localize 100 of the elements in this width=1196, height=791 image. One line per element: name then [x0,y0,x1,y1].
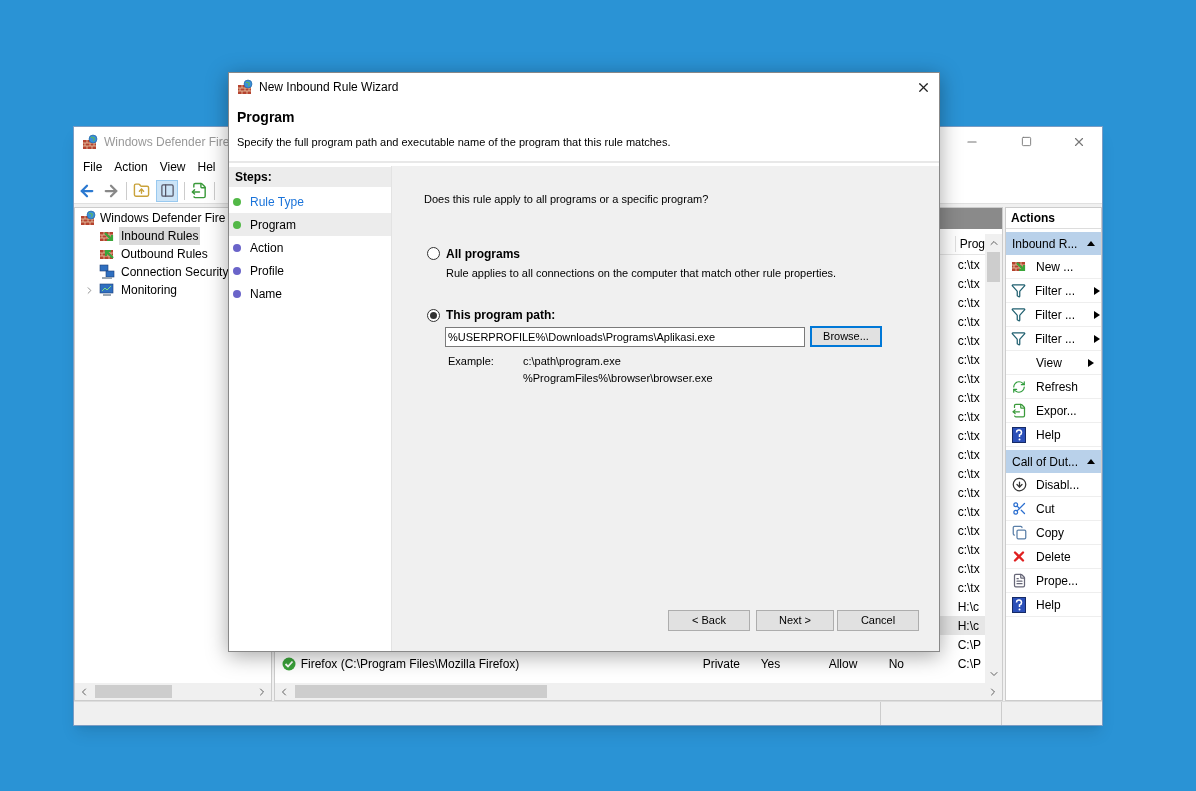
tree-item[interactable]: Monitoring [119,281,180,299]
filter-icon [1011,283,1026,298]
step-item[interactable]: Profile [229,259,391,282]
section-header[interactable]: Call of Dut... [1006,450,1101,473]
table-cell: c:\tx [957,447,980,462]
pane-title: Actions [1011,210,1055,227]
table-cell: H:\c [957,599,979,614]
scrollbar-thumb[interactable] [95,685,172,698]
menu-item[interactable]: File [83,158,103,176]
wizard-button[interactable]: Cancel [837,610,919,631]
delete-icon [1011,548,1027,565]
page-heading: Program [237,108,296,127]
radio-label[interactable]: All programs [446,244,520,263]
radio-label[interactable]: This program path: [446,306,556,324]
command-entry[interactable]: Copy [1036,523,1064,542]
filter-icon [1011,331,1026,346]
tree-item[interactable]: Connection Security [119,263,231,281]
table-cell: Yes [760,656,781,671]
filter-icon [1011,307,1026,322]
command-entry[interactable]: Filter ... [1035,281,1075,300]
export-icon [1011,403,1027,418]
inbound-rules-icon [99,230,115,242]
table-cell: c:\tx [957,295,980,310]
scrollbar-thumb[interactable] [294,685,547,698]
firewall-icon [80,210,96,226]
tree-item[interactable]: Outbound Rules [119,245,210,263]
table-cell: c:\tx [957,333,980,348]
table-cell: No [888,656,904,671]
table-cell: Private [702,656,740,671]
window-title: Windows Defender Fire [104,133,230,151]
table-cell: c:\tx [957,542,980,557]
maximize-icon[interactable] [1021,136,1032,147]
table-cell: c:\tx [957,466,980,481]
connection-security-icon [99,264,115,280]
command-entry[interactable]: Disabl... [1036,475,1080,494]
command-entry[interactable]: Help [1036,425,1061,444]
menu-item[interactable]: Action [114,158,148,176]
collapse-icon [1087,239,1095,248]
path-field[interactable]: %USERPROFILE%\Downloads\Programs\Aplikasi.exe [445,326,805,347]
command-entry[interactable]: Help [1036,595,1061,614]
command-entry[interactable]: New ... [1036,257,1074,276]
panel-icon [159,183,175,198]
step-item[interactable]: Rule Type [229,190,391,213]
menu-item[interactable]: Hel [197,158,216,176]
command-entry[interactable]: Expor... [1036,401,1077,420]
command-entry[interactable]: Prope... [1036,571,1079,590]
wizard-button[interactable]: Next > [756,610,834,631]
tree-item[interactable]: Windows Defender Fire [100,209,226,227]
table-cell: C:\P [957,637,981,652]
tree-item[interactable]: Inbound Rules [119,227,201,245]
vertical-scrollbar[interactable] [985,234,1002,683]
table-row[interactable]: Firefox (C:\Program Files\Mozilla Firefox) Private Yes Allow No C:\P [274,654,985,673]
copy-icon [1011,525,1027,540]
command-entry[interactable]: Filter ... [1035,329,1075,348]
table-cell: c:\tx [957,580,980,595]
outbound-rules-icon [99,248,115,260]
wizard-button[interactable]: < Back [668,610,750,631]
dialog-title: New Inbound Rule Wizard [259,79,399,96]
show-tree-button[interactable] [156,179,178,202]
table-cell: c:\tx [957,428,980,443]
example-label: Example: [448,354,495,369]
table-cell: c:\tx [957,504,980,519]
table-cell-text: Firefox (C:\Program Files\Mozilla Firefox) [300,655,520,673]
menu-item[interactable]: View [159,158,186,176]
export-icon[interactable] [191,182,208,199]
table-cell: H:\c [957,618,979,633]
command-entry[interactable]: View [1036,353,1062,372]
monitoring-icon [99,282,115,298]
table-cell: c:\tx [957,523,980,538]
refresh-icon [1012,379,1026,394]
step-item[interactable]: Program [229,213,391,236]
table-cell: c:\tx [957,561,980,576]
command-entry[interactable]: Filter ... [1035,305,1075,324]
cut-icon [1011,501,1027,516]
new-rule-icon [1011,261,1027,272]
app-icon [237,79,253,95]
steps-heading: Steps: [235,169,272,186]
browse-button[interactable]: Browse... [810,326,882,347]
column-header[interactable]: Prog [959,235,985,253]
step-item[interactable]: Name [229,282,391,305]
table-cell: Allow [828,656,858,671]
command-entry[interactable]: Cut [1036,499,1055,518]
help-icon [1012,596,1026,613]
step-item[interactable]: Action [229,236,391,259]
horizontal-scrollbar[interactable] [75,683,271,700]
command-entry[interactable]: Refresh [1036,377,1079,396]
help-icon [1012,426,1026,443]
app-icon [82,133,98,150]
example-path: c:\path\program.exe [523,354,622,369]
section-header[interactable]: Inbound R... [1006,232,1101,255]
collapse-icon [1087,457,1095,466]
command-entry[interactable]: Delete [1036,547,1071,566]
folder-up-icon[interactable] [133,182,150,199]
properties-icon [1011,573,1027,588]
horizontal-scrollbar[interactable] [274,683,1002,700]
disable-icon [1011,477,1027,492]
radio-button[interactable] [427,247,440,260]
scrollbar-thumb[interactable] [987,252,1000,282]
radio-button[interactable] [427,308,440,322]
table-cell: c:\tx [957,409,980,424]
